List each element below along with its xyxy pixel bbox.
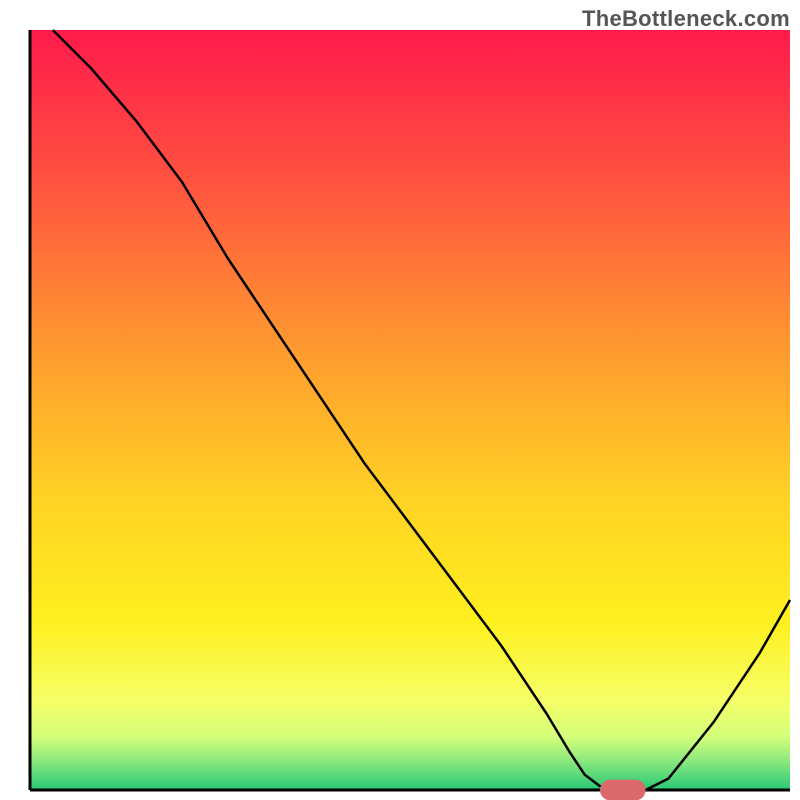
- optimal-marker: [600, 780, 646, 800]
- bottleneck-chart: [0, 0, 800, 800]
- chart-root: TheBottleneck.com: [0, 0, 800, 800]
- gradient-background: [30, 30, 790, 790]
